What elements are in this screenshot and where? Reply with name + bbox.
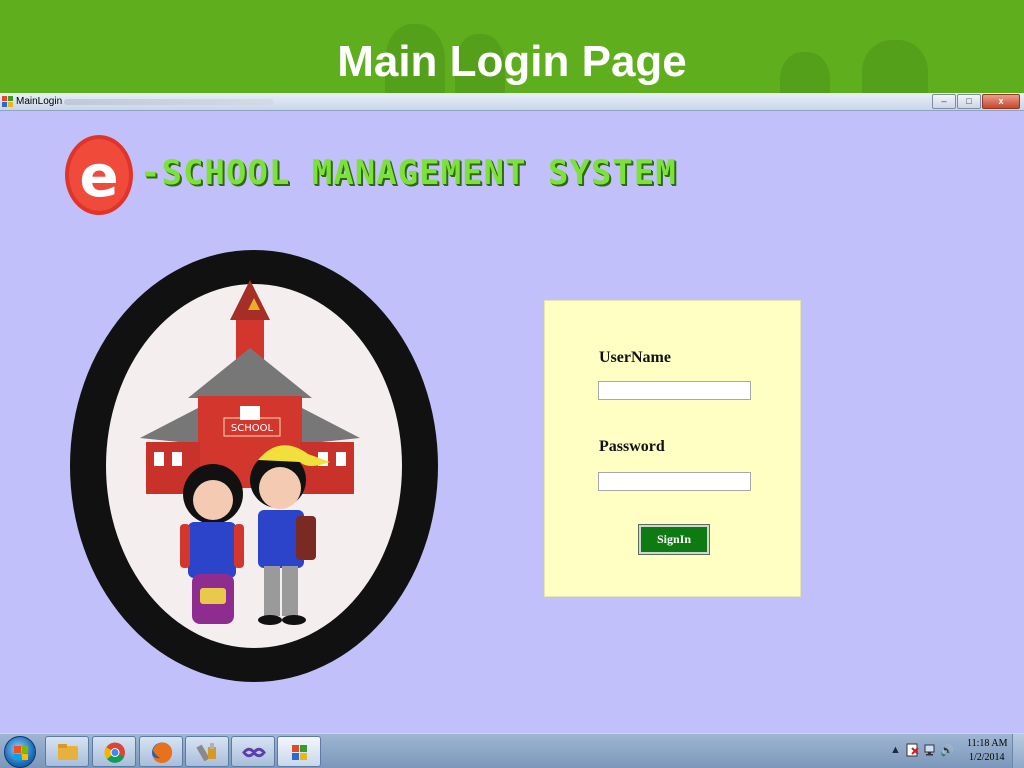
volume-icon[interactable]: 🔊 <box>940 744 954 757</box>
taskbar-form-app-button[interactable] <box>277 736 321 767</box>
visual-studio-icon <box>242 747 266 758</box>
taskbar-explorer-button[interactable] <box>45 736 89 767</box>
app-name: -SCHOOL MANAGEMENT SYSTEM <box>140 153 677 193</box>
blurred-title-text <box>64 99 274 105</box>
window-title: MainLogin <box>16 96 63 107</box>
network-icon[interactable] <box>924 743 938 757</box>
folder-icon <box>58 744 78 760</box>
logo-letter: e <box>79 142 118 210</box>
slide-title: Main Login Page <box>337 37 687 86</box>
start-button[interactable] <box>4 736 36 768</box>
username-input[interactable] <box>598 381 751 400</box>
taskbar-visual-studio-button[interactable] <box>231 736 275 767</box>
taskbar-tools-button[interactable] <box>185 736 229 767</box>
minimize-button[interactable]: – <box>932 94 956 109</box>
action-center-icon[interactable] <box>906 743 920 757</box>
windows-form-icon <box>292 745 307 760</box>
clock-time[interactable]: 11:18 AM <box>967 738 1007 749</box>
login-panel: UserName Password SignIn <box>544 300 801 597</box>
slide-banner: Main Login Page <box>0 0 1024 93</box>
firefox-icon <box>152 742 173 763</box>
tools-icon <box>196 743 216 762</box>
password-input[interactable] <box>598 472 751 491</box>
chrome-icon <box>104 742 125 763</box>
password-label: Password <box>599 438 665 455</box>
taskbar-chrome-button[interactable] <box>92 736 136 767</box>
window-titlebar[interactable]: MainLogin – □ x <box>0 93 1024 111</box>
windows-logo-icon <box>14 746 28 760</box>
clock-date[interactable]: 1/2/2014 <box>969 752 1005 763</box>
username-label: UserName <box>599 349 671 366</box>
taskbar: ▲ 🔊 11:18 AM 1/2/2014 <box>0 733 1024 768</box>
school-sign: SCHOOL <box>231 423 274 434</box>
taskbar-firefox-button[interactable] <box>139 736 183 767</box>
form-app-icon <box>2 96 13 107</box>
school-kids-illustration: SCHOOL <box>70 250 438 682</box>
window-controls: – □ x <box>931 94 1020 109</box>
close-button[interactable]: x <box>982 94 1020 109</box>
e-logo-icon: e <box>65 135 133 215</box>
signin-button[interactable]: SignIn <box>638 524 710 555</box>
tray-expand-icon[interactable]: ▲ <box>890 744 901 756</box>
maximize-button[interactable]: □ <box>957 94 981 109</box>
show-desktop-button[interactable] <box>1012 734 1024 768</box>
